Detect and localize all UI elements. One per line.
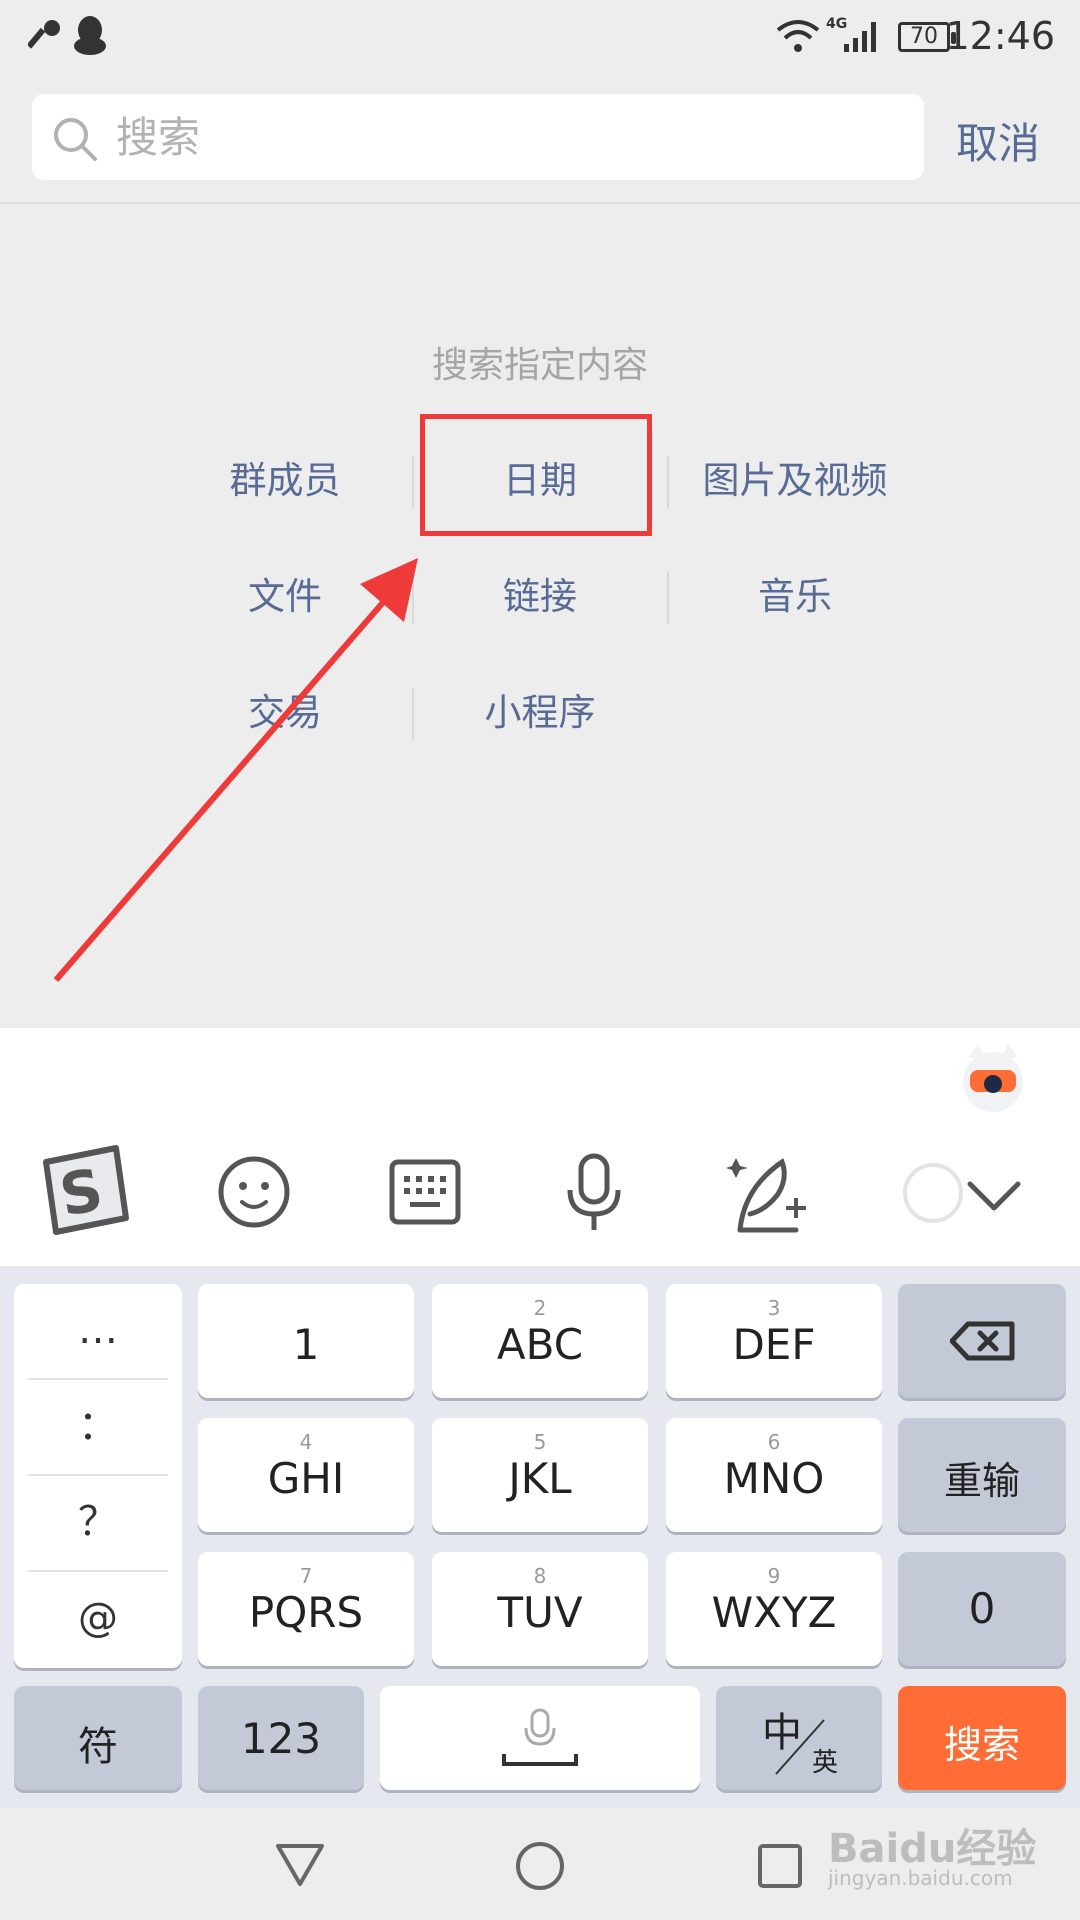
zero-key[interactable]: 0 bbox=[898, 1552, 1066, 1666]
symbol-at-key[interactable]: @ bbox=[14, 1572, 182, 1664]
ime-toolbar: S bbox=[0, 1028, 1080, 1266]
key-label: ABC bbox=[496, 1320, 584, 1369]
key-label-sub: 英 bbox=[812, 1748, 839, 1778]
search-submit-key[interactable]: 搜索 bbox=[898, 1686, 1066, 1790]
key-label: 符 bbox=[78, 1724, 118, 1770]
chevron-down-icon[interactable] bbox=[966, 1178, 1022, 1214]
key-label: GHI bbox=[267, 1454, 345, 1503]
key-label: 123 bbox=[240, 1714, 322, 1763]
backspace-key[interactable] bbox=[898, 1284, 1066, 1398]
key-label: MNO bbox=[723, 1454, 825, 1503]
symbol-question-key[interactable]: ？ bbox=[14, 1476, 182, 1568]
key-number: 9 bbox=[767, 1564, 781, 1588]
home-circle-icon[interactable] bbox=[514, 1840, 566, 1892]
key-label: 重输 bbox=[943, 1459, 1020, 1503]
watermark-url: jingyan.baidu.com bbox=[828, 1866, 1013, 1890]
symbol-column: … ： ？ @ bbox=[14, 1284, 182, 1668]
space-key[interactable] bbox=[380, 1686, 700, 1790]
microphone-icon[interactable] bbox=[564, 1152, 624, 1234]
symbol-key[interactable]: 符 bbox=[14, 1686, 182, 1790]
key-number: 3 bbox=[767, 1296, 781, 1320]
language-switch-key[interactable]: 中 英 bbox=[716, 1686, 882, 1790]
key-jkl[interactable]: 5 JKL bbox=[432, 1418, 648, 1532]
key-label: 1 bbox=[292, 1320, 320, 1369]
symbol-colon-key[interactable]: ： bbox=[14, 1380, 182, 1472]
key-number: 2 bbox=[533, 1296, 547, 1320]
backspace-icon bbox=[950, 1321, 1015, 1361]
key-label: DEF bbox=[732, 1320, 816, 1369]
annotation-arrow bbox=[53, 558, 418, 982]
keyboard-icon[interactable] bbox=[388, 1158, 462, 1226]
search-circle-icon[interactable] bbox=[900, 1160, 966, 1226]
reinput-key[interactable]: 重输 bbox=[898, 1418, 1066, 1532]
key-label: JKL bbox=[508, 1454, 572, 1503]
key-tuv[interactable]: 8 TUV bbox=[432, 1552, 648, 1666]
key-ghi[interactable]: 4 GHI bbox=[198, 1418, 414, 1532]
key-pqrs[interactable]: 7 PQRS bbox=[198, 1552, 414, 1666]
mascot-icon[interactable] bbox=[960, 1040, 1026, 1114]
space-mic-icon bbox=[502, 1708, 578, 1766]
key-label: PQRS bbox=[248, 1588, 364, 1637]
back-triangle-icon[interactable] bbox=[274, 1842, 326, 1888]
key-label: WXYZ bbox=[711, 1588, 837, 1637]
key-label: 0 bbox=[968, 1584, 996, 1633]
key-wxyz[interactable]: 9 WXYZ bbox=[666, 1552, 882, 1666]
key-number: 6 bbox=[767, 1430, 781, 1454]
key-number: 7 bbox=[299, 1564, 313, 1588]
recents-square-icon[interactable] bbox=[756, 1842, 804, 1890]
key-number: 5 bbox=[533, 1430, 547, 1454]
key-1[interactable]: 1 bbox=[198, 1284, 414, 1398]
key-label: 搜索 bbox=[943, 1723, 1020, 1767]
key-abc[interactable]: 2 ABC bbox=[432, 1284, 648, 1398]
emoji-icon[interactable] bbox=[216, 1154, 292, 1230]
sogou-logo-icon[interactable]: S bbox=[36, 1142, 132, 1236]
key-label: TUV bbox=[497, 1588, 583, 1637]
key-number: 8 bbox=[533, 1564, 547, 1588]
symbol-ellipsis-key[interactable]: … bbox=[14, 1284, 182, 1376]
key-mno[interactable]: 6 MNO bbox=[666, 1418, 882, 1532]
handwriting-icon[interactable] bbox=[726, 1148, 810, 1236]
key-number: 4 bbox=[299, 1430, 313, 1454]
key-def[interactable]: 3 DEF bbox=[666, 1284, 882, 1398]
number-mode-key[interactable]: 123 bbox=[198, 1686, 364, 1790]
